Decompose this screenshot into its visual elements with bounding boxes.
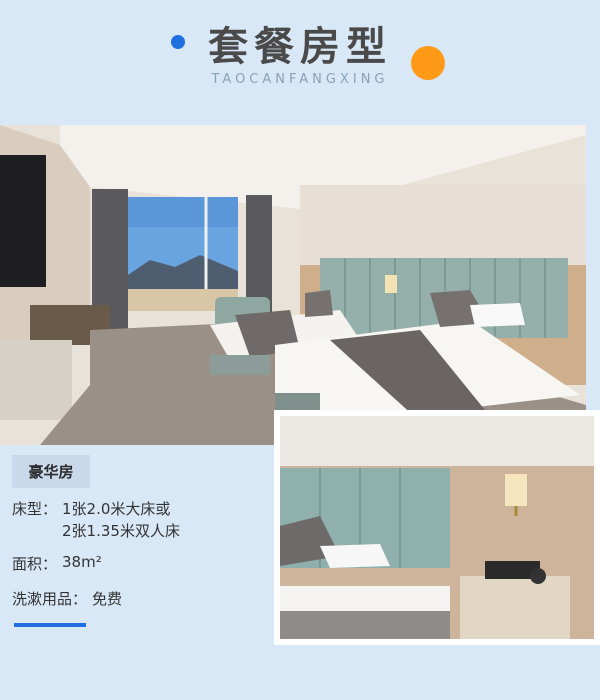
room-photo-detail [274, 410, 600, 645]
dot-orange-decoration [411, 46, 445, 80]
room-name-tag: 豪华房 [12, 455, 90, 488]
accent-underline [14, 623, 86, 627]
bed-type-line-1: 1张2.0米大床或 [62, 500, 171, 518]
page-subtitle: TAOCANFANGXING [211, 72, 389, 87]
bed-type-line-2: 2张1.35米双人床 [62, 522, 180, 540]
toiletries-label: 洗漱用品： [12, 590, 88, 608]
area-value: 38m² [62, 553, 102, 571]
area-label: 面积： [12, 555, 58, 573]
toiletries-value: 免费 [92, 590, 123, 608]
bed-type-label: 床型： [12, 500, 58, 518]
page-title: 套餐房型 [208, 23, 392, 70]
room-photo-main [0, 125, 586, 445]
